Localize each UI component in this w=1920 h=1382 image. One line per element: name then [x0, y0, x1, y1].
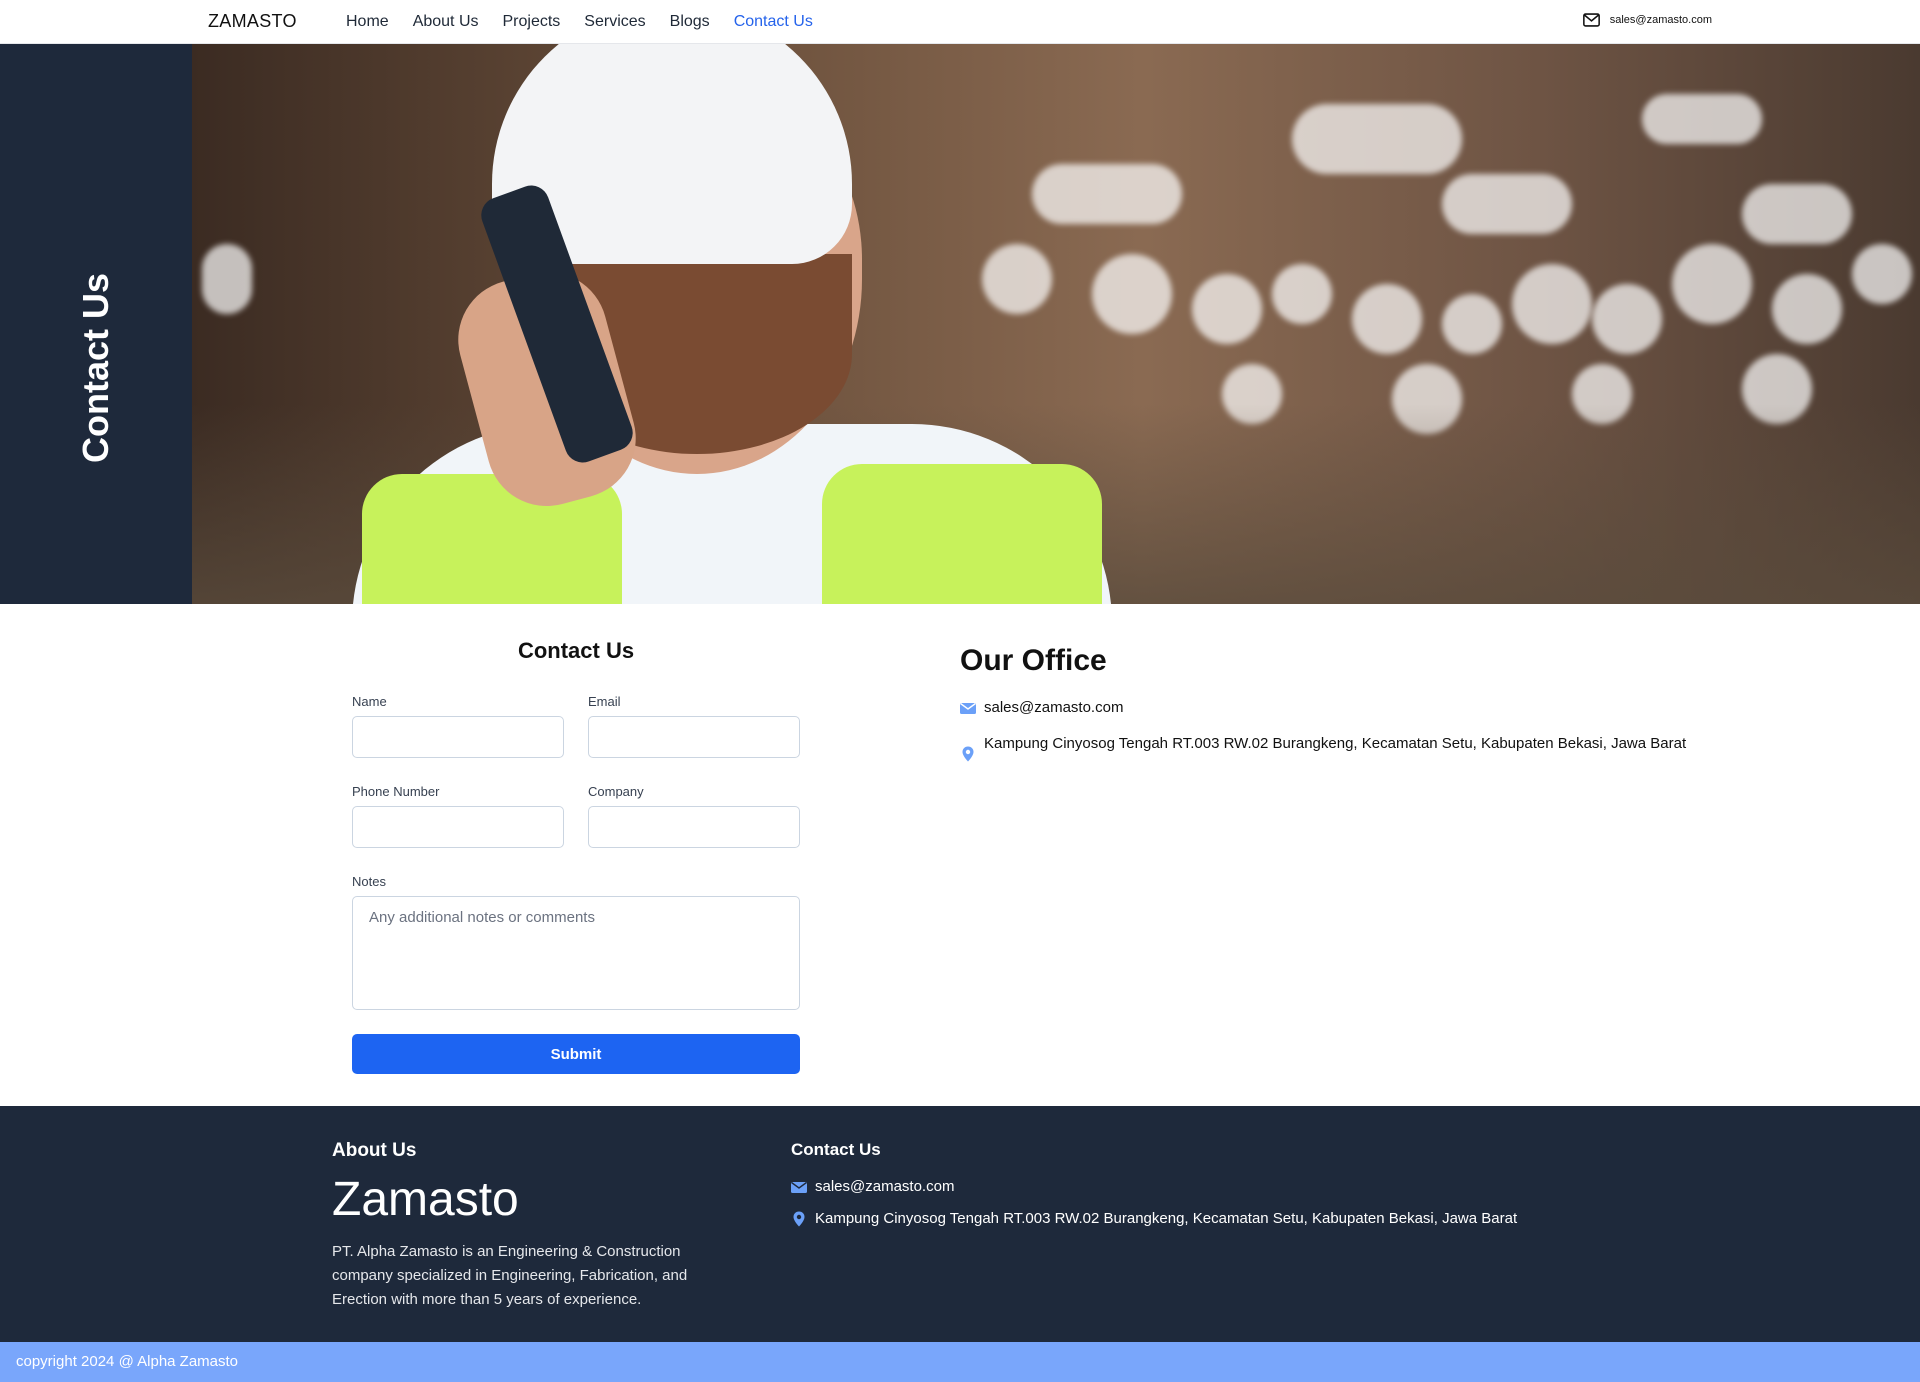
copyright-bar: copyright 2024 @ Alpha Zamasto: [0, 1342, 1920, 1382]
company-label: Company: [588, 784, 644, 799]
footer-brand: Zamasto: [332, 1173, 519, 1226]
footer-email: sales@zamasto.com: [815, 1178, 955, 1195]
submit-button[interactable]: Submit: [352, 1034, 800, 1074]
nav-email[interactable]: sales@zamasto.com: [1582, 13, 1712, 27]
office-title: Our Office: [960, 644, 1107, 677]
name-label: Name: [352, 694, 387, 709]
top-navbar: ZAMASTO Home About Us Projects Services …: [0, 0, 1920, 44]
notes-label: Notes: [352, 874, 386, 889]
nav-link-services[interactable]: Services: [584, 13, 645, 31]
hero-title: Contact Us: [75, 272, 116, 464]
footer-about-heading: About Us: [332, 1140, 417, 1161]
nav-link-about-us[interactable]: About Us: [413, 13, 479, 31]
nav-link-blogs[interactable]: Blogs: [670, 13, 710, 31]
map-pin-icon: [791, 1208, 815, 1230]
footer-email-row: sales@zamasto.com: [791, 1176, 954, 1198]
site-footer: About Us Zamasto PT. Alpha Zamasto is an…: [0, 1106, 1920, 1342]
map-pin-icon: [960, 732, 984, 762]
footer-address-row: Kampung Cinyosog Tengah RT.003 RW.02 Bur…: [791, 1208, 1517, 1230]
mail-outline-icon: [1582, 13, 1600, 27]
company-input[interactable]: [588, 806, 800, 848]
email-input[interactable]: [588, 716, 800, 758]
main-nav: Home About Us Projects Services Blogs Co…: [346, 13, 837, 31]
office-address-row: Kampung Cinyosog Tengah RT.003 RW.02 Bur…: [960, 732, 1720, 762]
office-email-row: sales@zamasto.com: [960, 696, 1123, 720]
form-title: Contact Us: [517, 638, 635, 663]
office-email: sales@zamasto.com: [984, 699, 1124, 716]
email-label: Email: [588, 694, 621, 709]
nav-link-projects[interactable]: Projects: [503, 13, 561, 31]
nav-link-contact-us[interactable]: Contact Us: [734, 13, 813, 31]
name-input[interactable]: [352, 716, 564, 758]
footer-contact-heading: Contact Us: [791, 1140, 881, 1159]
nav-link-home[interactable]: Home: [346, 13, 389, 31]
phone-label: Phone Number: [352, 784, 440, 799]
nav-email-text: sales@zamasto.com: [1609, 14, 1712, 26]
phone-input[interactable]: [352, 806, 564, 848]
notes-textarea[interactable]: [352, 896, 800, 1010]
envelope-icon: [791, 1176, 815, 1198]
footer-address: Kampung Cinyosog Tengah RT.003 RW.02 Bur…: [815, 1210, 1518, 1227]
footer-description: PT. Alpha Zamasto is an Engineering & Co…: [332, 1243, 688, 1308]
office-address: Kampung Cinyosog Tengah RT.003 RW.02 Bur…: [984, 735, 1687, 752]
hero-image: [192, 44, 1920, 604]
brand-logo[interactable]: ZAMASTO: [208, 11, 297, 32]
hero-sidebar: Contact Us: [0, 44, 192, 604]
envelope-icon: [960, 696, 984, 720]
